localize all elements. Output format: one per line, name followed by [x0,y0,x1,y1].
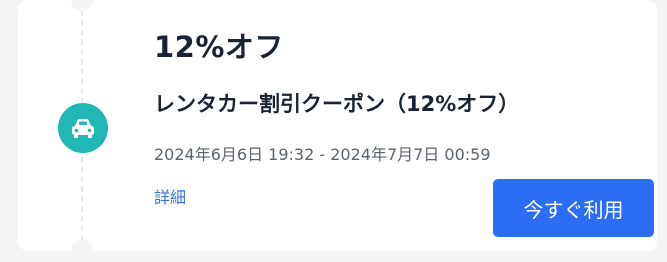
details-link[interactable]: 詳細 [154,184,186,208]
coupon-card: 12%オフ レンタカー割引クーポン（12%オフ） 2024年6月6日 19:32… [18,0,657,262]
coupon-discount-title: 12%オフ [154,30,284,64]
ticket-notch-top [71,0,93,11]
ticket-notch-bottom [71,240,93,262]
coupon-validity-period: 2024年6月6日 19:32 - 2024年7月7日 00:59 [154,145,491,164]
car-icon [58,103,108,153]
use-now-button[interactable]: 今すぐ利用 [493,179,654,237]
coupon-name: レンタカー割引クーポン（12%オフ） [154,92,520,116]
